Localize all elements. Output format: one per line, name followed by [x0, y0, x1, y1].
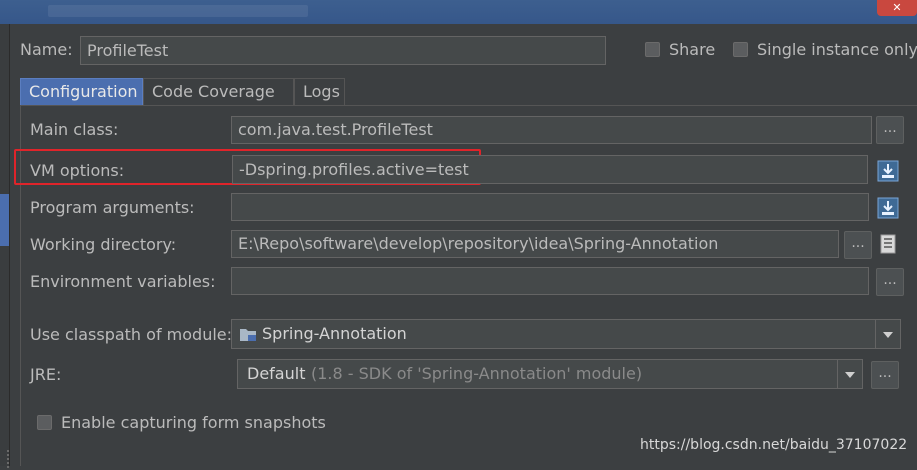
jre-select[interactable]: Default (1.8 - SDK of 'Spring-Annotation…	[237, 359, 863, 389]
vm-options-input[interactable]: -Dspring.profiles.active=test	[232, 155, 868, 184]
working-directory-browse-button[interactable]: ...	[844, 231, 872, 259]
classpath-module-select[interactable]: Spring-Annotation	[231, 319, 901, 349]
tab-logs[interactable]: Logs	[294, 78, 345, 105]
tree-selection-marker	[0, 194, 9, 246]
close-window-button[interactable]: ✕	[877, 0, 917, 16]
jre-browse-button[interactable]: ...	[871, 361, 899, 389]
expand-arguments-icon[interactable]	[876, 196, 900, 220]
expand-field-icon[interactable]	[876, 159, 900, 183]
module-folder-icon	[240, 329, 256, 341]
window-titlebar: ✕	[0, 0, 917, 24]
main-class-label: Main class:	[30, 120, 119, 139]
config-tree-strip	[0, 24, 10, 470]
resize-grip[interactable]	[7, 450, 9, 470]
vm-options-label: VM options:	[30, 161, 125, 180]
single-instance-label: Single instance only	[757, 40, 917, 59]
working-directory-label: Working directory:	[30, 235, 177, 254]
main-class-browse-button[interactable]: ...	[876, 116, 904, 144]
window-title-blur	[48, 5, 308, 17]
jre-label: JRE:	[30, 365, 62, 384]
enable-snapshots-label: Enable capturing form snapshots	[61, 413, 326, 432]
program-arguments-label: Program arguments:	[30, 198, 195, 217]
jre-value: Default	[247, 364, 306, 383]
insert-macro-icon[interactable]	[876, 232, 900, 256]
share-checkbox[interactable]	[645, 42, 660, 57]
share-label: Share	[669, 40, 716, 59]
classpath-module-value: Spring-Annotation	[262, 324, 407, 343]
classpath-module-label: Use classpath of module:	[30, 325, 233, 344]
jre-detail: (1.8 - SDK of 'Spring-Annotation' module…	[311, 364, 643, 383]
main-class-input[interactable]: com.java.test.ProfileTest	[231, 116, 872, 144]
single-instance-checkbox[interactable]	[733, 42, 748, 57]
watermark-text: https://blog.csdn.net/baidu_37107022	[640, 437, 908, 453]
program-arguments-input[interactable]	[231, 193, 869, 221]
chevron-down-icon[interactable]	[875, 320, 900, 348]
enable-snapshots-checkbox[interactable]	[37, 415, 52, 430]
jre-chevron-down-icon[interactable]	[837, 360, 862, 388]
name-label: Name:	[20, 40, 73, 59]
name-input[interactable]: ProfileTest	[80, 36, 606, 65]
environment-variables-edit-button[interactable]: ...	[876, 268, 904, 296]
tab-configuration[interactable]: Configuration	[20, 78, 143, 105]
environment-variables-input[interactable]	[231, 267, 869, 295]
environment-variables-label: Environment variables:	[30, 272, 216, 291]
tab-code-coverage[interactable]: Code Coverage	[143, 78, 294, 105]
working-directory-input[interactable]: E:\Repo\software\develop\repository\idea…	[231, 230, 839, 258]
